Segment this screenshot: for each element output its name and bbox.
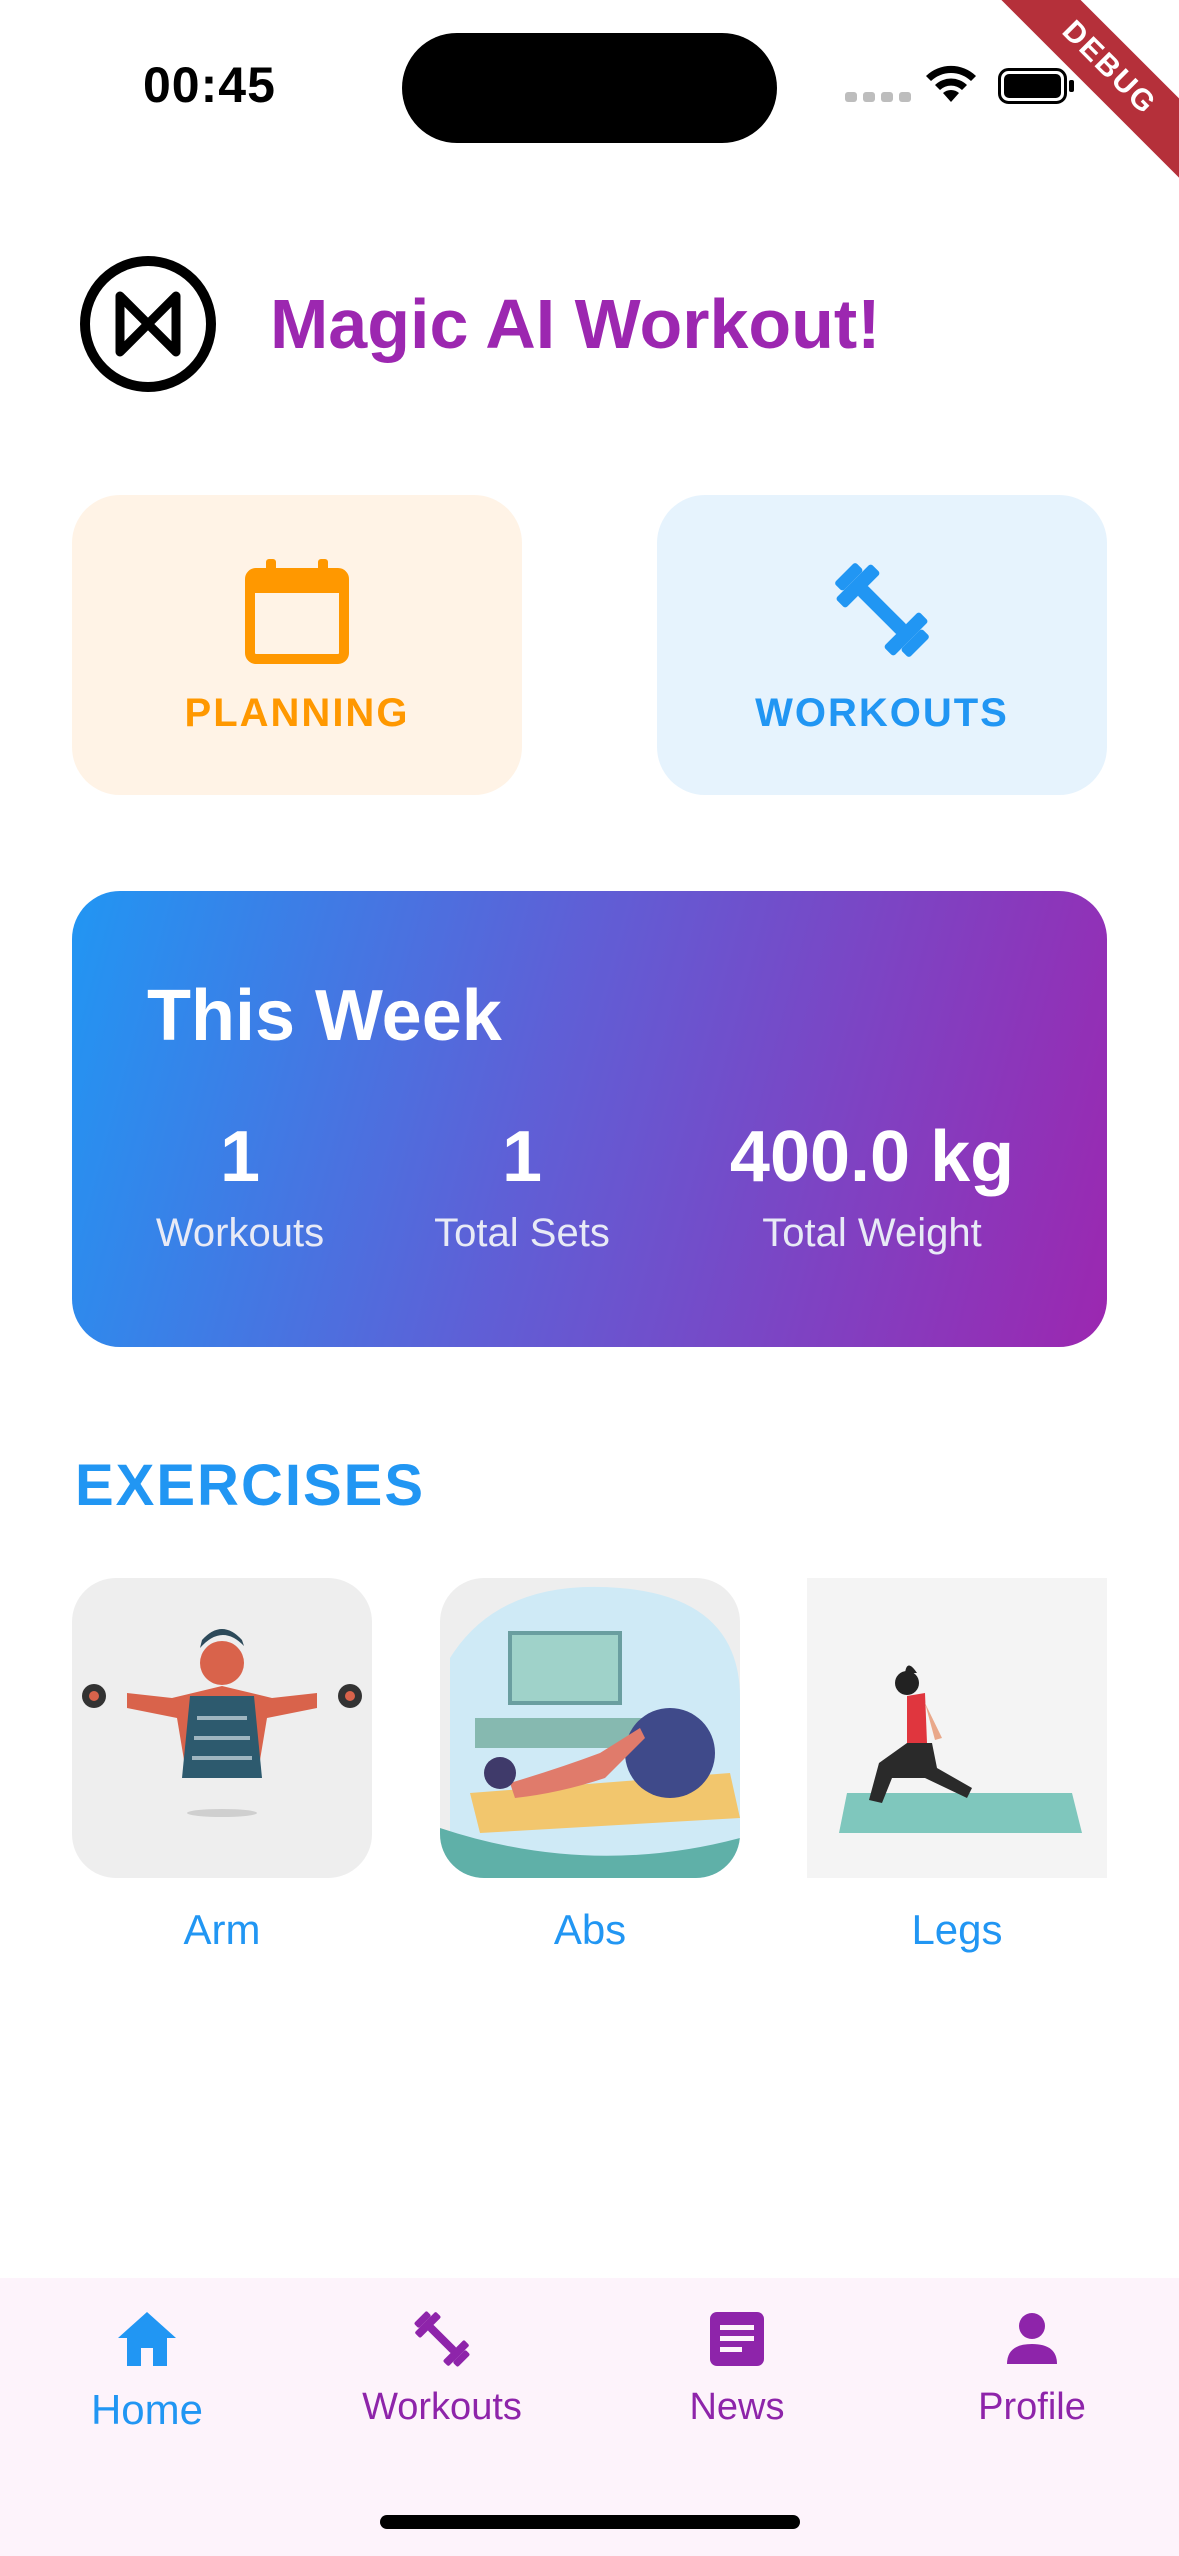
status-time: 00:45 [143,57,276,113]
nav-home-label: Home [90,2386,204,2433]
nav-profile[interactable]: Profile [912,2306,1152,2429]
nav-news-label: News [689,2386,785,2428]
exercise-legs[interactable]: Legs [807,1578,1107,1954]
dynamic-island [402,33,777,143]
exercise-arm[interactable]: Arm [72,1578,372,1954]
exercise-legs-label: Legs [911,1906,1003,1953]
exercise-abs-label: Abs [553,1906,627,1953]
stat-total-weight-value: 400.0 kg [729,1117,1015,1197]
this-week-title: This Week [147,976,502,1056]
stat-total-weight: 400.0 kg Total Weight [730,1121,1014,1256]
stat-total-sets-label: Total Sets [434,1211,610,1255]
battery-icon [998,68,1074,104]
home-screen: 00:45 DEBUG Magic AI Workout! PLANNING W… [0,0,1179,2556]
article-icon [710,2312,764,2366]
nav-home[interactable]: Home [27,2306,267,2434]
app-title: Magic AI Workout! [270,285,881,363]
stat-total-sets: 1 Total Sets [434,1121,610,1256]
calendar-icon [245,558,349,664]
dumbbell-icon [414,2311,470,2367]
workouts-card[interactable]: WORKOUTS [657,495,1107,795]
stat-total-sets-value: 1 [501,1117,543,1197]
exercise-arm-label: Arm [183,1906,261,1953]
nav-profile-label: Profile [978,2386,1086,2428]
planning-label: PLANNING [184,690,410,735]
stat-total-weight-label: Total Weight [762,1211,982,1255]
this-week-card: This Week 1 Workouts 1 Total Sets 400.0 … [72,891,1107,1347]
exercises-title: EXERCISES [75,1453,425,1518]
home-indicator [380,2515,800,2529]
workouts-label: WORKOUTS [755,690,1009,735]
nav-workouts-label: Workouts [362,2386,522,2428]
person-icon [1007,2313,1057,2364]
nav-news[interactable]: News [617,2306,857,2429]
home-icon [118,2312,176,2366]
stat-workouts-value: 1 [219,1117,261,1197]
planning-card[interactable]: PLANNING [72,495,522,795]
abs-illustration [440,1578,740,1878]
exercise-abs[interactable]: Abs [440,1578,740,1954]
dumbbell-icon [835,562,929,657]
magic-logo-icon [80,256,216,392]
arm-illustration [72,1578,372,1878]
wifi-icon [926,65,976,102]
nav-workouts[interactable]: Workouts [322,2306,562,2429]
stat-workouts-label: Workouts [155,1211,325,1255]
legs-illustration [807,1578,1107,1878]
stat-workouts: 1 Workouts [156,1121,324,1256]
signal-icon [845,92,911,102]
